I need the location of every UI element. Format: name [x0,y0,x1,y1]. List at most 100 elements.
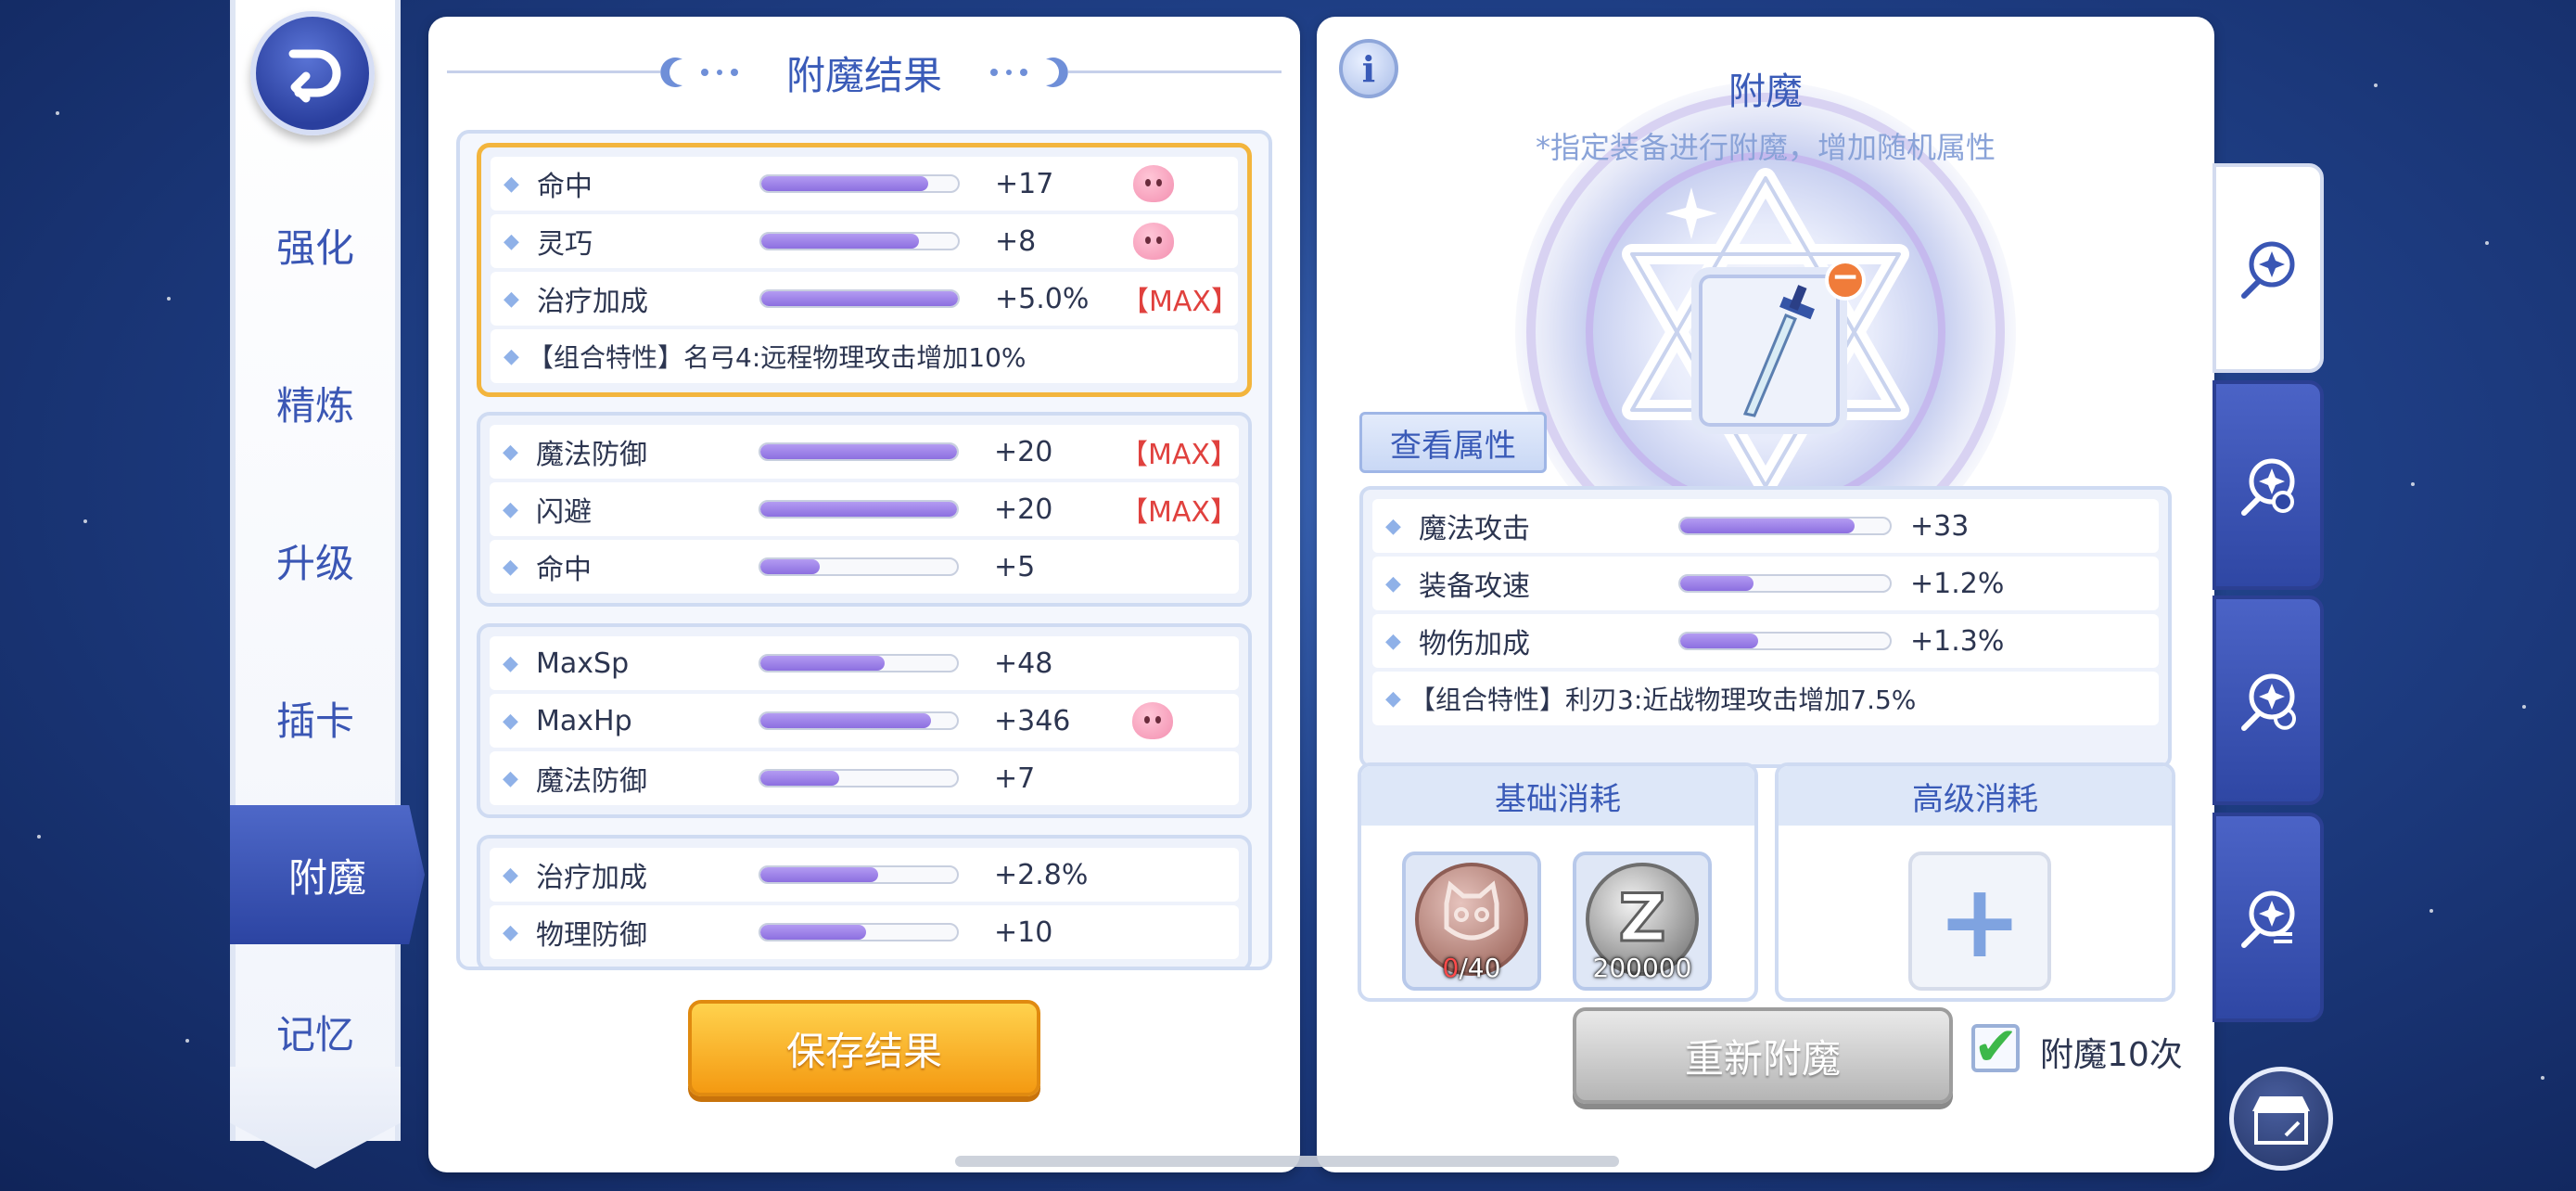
attr-name: 灵巧 [537,228,593,261]
combo-text: 【组合特性】名弓4:远程物理攻击增加10% [528,342,1027,373]
attr-name: 闪避 [536,496,592,529]
attr-progress-bar [759,865,959,884]
result-group-selected[interactable]: ◆ 命中 +17 ◆ 灵巧 +8 ◆ 治疗加成 +5.0% 【MAX】 ◆ 【组… [477,143,1252,397]
enchant-swap-icon [2241,673,2296,731]
enchant-result-panel: 附魔结果 ◆ 命中 +17 ◆ 灵巧 +8 ◆ 治疗加成 +5.0% 【MAX】… [428,17,1300,1172]
cost-item-medal[interactable]: 0/40 [1402,852,1541,991]
result-group[interactable]: ◆ 魔法防御 +20 【MAX】 ◆ 闪避 +20 【MAX】 ◆ 命中 +5 [477,412,1252,607]
attr-progress-bar [1678,632,1892,650]
attr-value: +1.2% [1910,567,2005,600]
attr-value: +10 [994,916,1053,949]
repeat-10-checkbox[interactable]: ✔ [1971,1015,2020,1078]
attr-value: +48 [994,647,1053,680]
attr-progress-bar [759,500,959,519]
attribute-row: ◆ 物伤加成 +1.3% [1372,614,2159,668]
poring-icon [1132,702,1173,739]
attr-progress-bar [759,711,959,730]
tab-enchant-list[interactable] [2213,813,2324,1022]
attr-name: 物伤加成 [1419,628,1530,660]
nav-item-card[interactable]: 插卡 [230,673,401,762]
bullet-icon: ◆ [503,863,518,887]
enchant-list-icon [2241,890,2295,948]
attr-name: MaxHp [536,704,632,737]
bullet-icon: ◆ [503,497,518,521]
attr-value: +17 [995,167,1054,200]
result-row: ◆ 命中 +5 [490,540,1239,594]
attribute-row: ◆ 魔法攻击 +33 [1372,499,2159,553]
enchant-panel-title: 附魔 [1728,70,1803,113]
result-row: ◆ 治疗加成 +5.0% 【MAX】 [491,272,1239,326]
result-row: ◆ 命中 +17 [491,157,1238,211]
result-row: ◆ 闪避 +20 【MAX】 [490,482,1239,536]
attr-name: 装备攻速 [1419,570,1530,603]
attr-value: +5 [994,550,1036,583]
attr-progress-bar [759,289,960,308]
remove-equipment-icon[interactable]: − [1825,260,1866,301]
sparkle-icon [1665,187,1717,239]
attribute-row: ◆ 装备攻速 +1.2% [1372,557,2159,610]
attr-value: +20 [994,435,1053,468]
nav-scroll-end [230,1067,401,1169]
attr-name: 物理防御 [536,919,647,952]
attr-value: +8 [995,224,1037,258]
tab-enchant-swap[interactable] [2213,596,2324,805]
attr-progress-bar [1678,574,1892,593]
tab-enchant-basic[interactable] [2213,163,2324,373]
combo-row: ◆ 【组合特性】利刃3:近战物理攻击增加7.5% [1372,672,2159,725]
result-row: ◆ 物理防御 +10 [490,905,1239,959]
attr-name: 命中 [537,171,593,203]
result-list[interactable]: ◆ 命中 +17 ◆ 灵巧 +8 ◆ 治疗加成 +5.0% 【MAX】 ◆ 【组… [456,130,1272,970]
attr-name: 魔法攻击 [1419,513,1530,545]
attr-value: +2.8% [994,858,1089,891]
attr-progress-bar [759,923,959,941]
nav-item-refine[interactable]: 精炼 [230,358,401,447]
attr-value: +7 [994,762,1036,795]
save-result-button[interactable]: 保存结果 [688,1000,1040,1096]
checkmark-icon: ✔ [1973,1015,2019,1078]
attr-progress-bar [1678,517,1892,535]
attr-value: +33 [1910,509,1970,543]
current-attributes-list: ◆ 魔法攻击 +33 ◆ 装备攻速 +1.2% ◆ 物伤加成 +1.3% ◆ 【… [1359,486,2172,768]
result-row: ◆ 魔法防御 +20 【MAX】 [490,425,1239,479]
add-material-button[interactable]: + [1908,852,2051,991]
max-badge: 【MAX】 [1120,439,1238,471]
tab-enchant-refresh[interactable] [2213,380,2324,590]
result-row: ◆ MaxHp +346 [490,694,1239,748]
nav-item-strengthen[interactable]: 强化 [230,200,401,289]
result-group[interactable]: ◆ MaxSp +48 ◆ MaxHp +346 ◆ 魔法防御 +7 [477,623,1252,818]
cost-item-zeny[interactable]: Z 200000 [1573,852,1712,991]
bullet-icon: ◆ [503,709,518,733]
bullet-icon: ◆ [503,651,518,675]
result-row: ◆ 灵巧 +8 [491,214,1238,268]
attr-progress-bar [759,654,959,672]
attr-name: MaxSp [536,647,630,680]
bullet-icon: ◆ [1385,514,1401,538]
attr-name: 治疗加成 [536,862,647,894]
view-attributes-button[interactable]: 查看属性 [1359,412,1547,473]
nav-item-memory[interactable]: 记忆 [230,987,401,1076]
back-button[interactable] [250,11,375,135]
basic-cost-box: 基础消耗 0/40 Z 200000 [1358,762,1758,1002]
result-row: ◆ MaxSp +48 [490,636,1239,690]
nav-item-enchant[interactable]: 附魔 [230,805,425,944]
enchant-refresh-icon [2241,458,2295,516]
attr-value: +1.3% [1910,624,2005,658]
reenchant-button[interactable]: 重新附魔 [1573,1007,1953,1104]
equipment-slot[interactable] [1691,267,1847,434]
nav-item-upgrade[interactable]: 升级 [230,516,401,605]
bullet-icon: ◆ [504,287,519,311]
shop-button[interactable] [2229,1067,2333,1171]
medal-count: 0/40 [1442,953,1501,983]
bullet-icon: ◆ [503,440,518,464]
enchant-star-icon [2241,241,2295,299]
attr-value: +5.0% [995,282,1090,315]
attr-name: 治疗加成 [537,286,648,318]
bullet-icon: ◆ [503,766,518,790]
attr-progress-bar [759,557,959,576]
bullet-icon: ◆ [504,172,519,196]
enchant-panel: i 附魔 *指定装备进行附魔，增加随机属性 − 查看属性 ◆ 魔法攻击 +33 … [1317,17,2214,1172]
result-group[interactable]: ◆ 治疗加成 +2.8% ◆ 物理防御 +10 [477,835,1252,967]
bullet-icon: ◆ [503,920,518,944]
basic-cost-title: 基础消耗 [1361,766,1754,826]
dagger-icon [1742,285,1815,417]
